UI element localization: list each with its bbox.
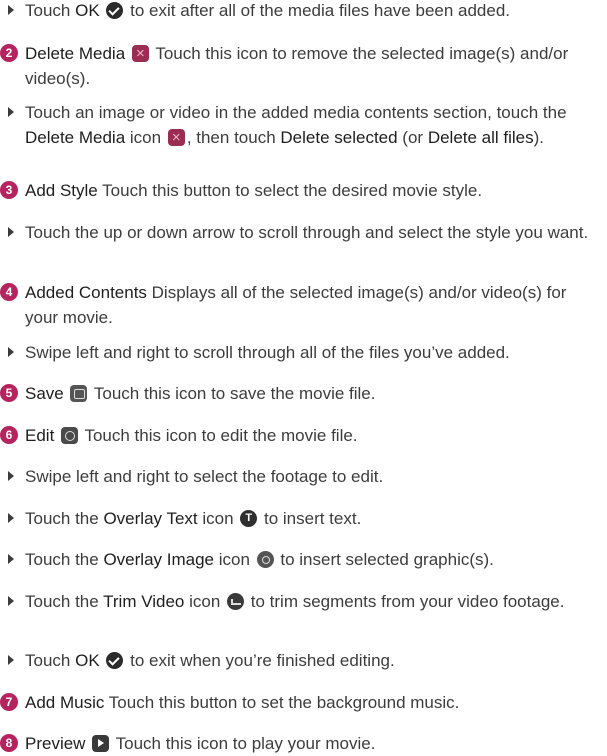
text-run: ). [533,128,545,147]
text-run: icon [184,592,226,611]
text-run: Touch this icon to edit the movie file. [80,426,358,445]
text-run: Touch the up or down arrow to scroll thr… [25,223,589,242]
text-run [64,384,69,403]
item-text: Edit Touch this icon to edit the movie f… [25,423,600,448]
text-run: Touch this icon to save the movie file. [89,384,376,403]
item-text: Touch the Overlay Text icon to insert te… [25,506,600,531]
text-run: Touch an image or video in the added med… [25,103,567,122]
term-highlight: Delete Media [25,128,126,147]
term-highlight: Add Style [25,181,98,200]
text-run: to insert selected graphic(s). [275,550,494,569]
item-text: Add Music Touch this button to set the b… [25,690,600,715]
bullet-arrow-icon [8,655,14,665]
item-text: Swipe left and right to select the foota… [25,464,600,489]
term-highlight: Trim Video [103,592,185,611]
item-text: Touch the Overlay Image icon to insert s… [25,547,600,572]
trim-video-icon [227,593,245,610]
ok-check-icon [106,2,124,19]
term-highlight: Delete Media [25,44,126,63]
term-highlight: Delete all files [427,128,534,147]
text-run: Touch this icon to play your movie. [111,734,376,753]
term-highlight: Added Contents [25,283,147,302]
delete-media-icon [167,125,185,150]
item-number-badge: 8 [0,734,18,752]
text-run: icon [125,128,166,147]
bullet-arrow-icon [8,596,14,606]
text-run: Touch the [25,550,104,569]
item-text: Swipe left and right to scroll through a… [25,340,600,365]
term-highlight: Preview [25,734,86,753]
text-run: Touch the [25,509,104,528]
edit-icon [61,427,79,444]
item-text: Added Contents Displays all of the selec… [25,280,600,330]
text-run: , then touch [186,128,281,147]
bullet-arrow-icon [8,554,14,564]
bullet-arrow-icon [8,513,14,523]
text-run: to exit after all of the media files hav… [125,1,511,20]
item-number-badge: 7 [0,693,18,711]
text-run: to trim segments from your video footage… [246,592,565,611]
text-run [100,1,105,20]
item-text: Preview Touch this icon to play your mov… [25,731,600,756]
item-text: Touch the Trim Video icon to trim segmen… [25,589,600,614]
overlay-text-icon [240,506,258,531]
term-highlight: Overlay Text [103,509,198,528]
bullet-arrow-icon [8,347,14,357]
text-run [125,44,130,63]
item-number-badge: 5 [0,384,18,402]
text-run: Touch this button to set the background … [104,693,460,712]
term-highlight: OK [75,1,100,20]
item-text: Add Style Touch this button to select th… [25,178,600,203]
item-number-badge: 4 [0,283,18,301]
text-run: Touch [25,1,76,20]
term-highlight: Edit [25,426,55,445]
item-number-badge: 3 [0,181,18,199]
text-run [54,426,59,445]
manual-page: Touch OK to exit after all of the media … [0,0,607,753]
text-run: Swipe left and right to scroll through a… [25,343,510,362]
overlay-image-icon [256,551,274,568]
save-icon [70,385,88,402]
term-highlight: OK [75,651,100,670]
bullet-arrow-icon [8,107,14,117]
text-run: to exit when you’re finished editing. [125,651,395,670]
item-text: Touch OK to exit after all of the media … [25,0,600,23]
text-run [85,734,90,753]
bullet-arrow-icon [8,471,14,481]
bullet-arrow-icon [8,227,14,237]
item-text: Save Touch this icon to save the movie f… [25,381,600,406]
text-run: Swipe left and right to select the foota… [25,467,384,486]
text-run: to insert text. [259,509,362,528]
term-highlight: Add Music [25,693,105,712]
text-run: (or [397,128,428,147]
term-highlight: Save [25,384,64,403]
delete-media-icon [131,41,149,66]
text-run: Touch this button to select the desired … [97,181,483,200]
term-highlight: Delete selected [280,128,398,147]
text-run: icon [214,550,255,569]
item-text: Touch the up or down arrow to scroll thr… [25,220,600,245]
item-text: Delete Media Touch this icon to remove t… [25,41,600,91]
bullet-arrow-icon [8,5,14,15]
text-run: Touch the [25,592,104,611]
item-text: Touch OK to exit when you’re finished ed… [25,648,600,673]
item-number-badge: 6 [0,426,18,444]
text-run [100,651,105,670]
preview-play-icon [92,735,110,752]
text-run: Touch [25,651,76,670]
ok-check-icon [106,652,124,669]
term-highlight: Overlay Image [103,550,214,569]
text-run: icon [197,509,239,528]
item-number-badge: 2 [0,44,18,62]
item-text: Touch an image or video in the added med… [25,100,600,150]
